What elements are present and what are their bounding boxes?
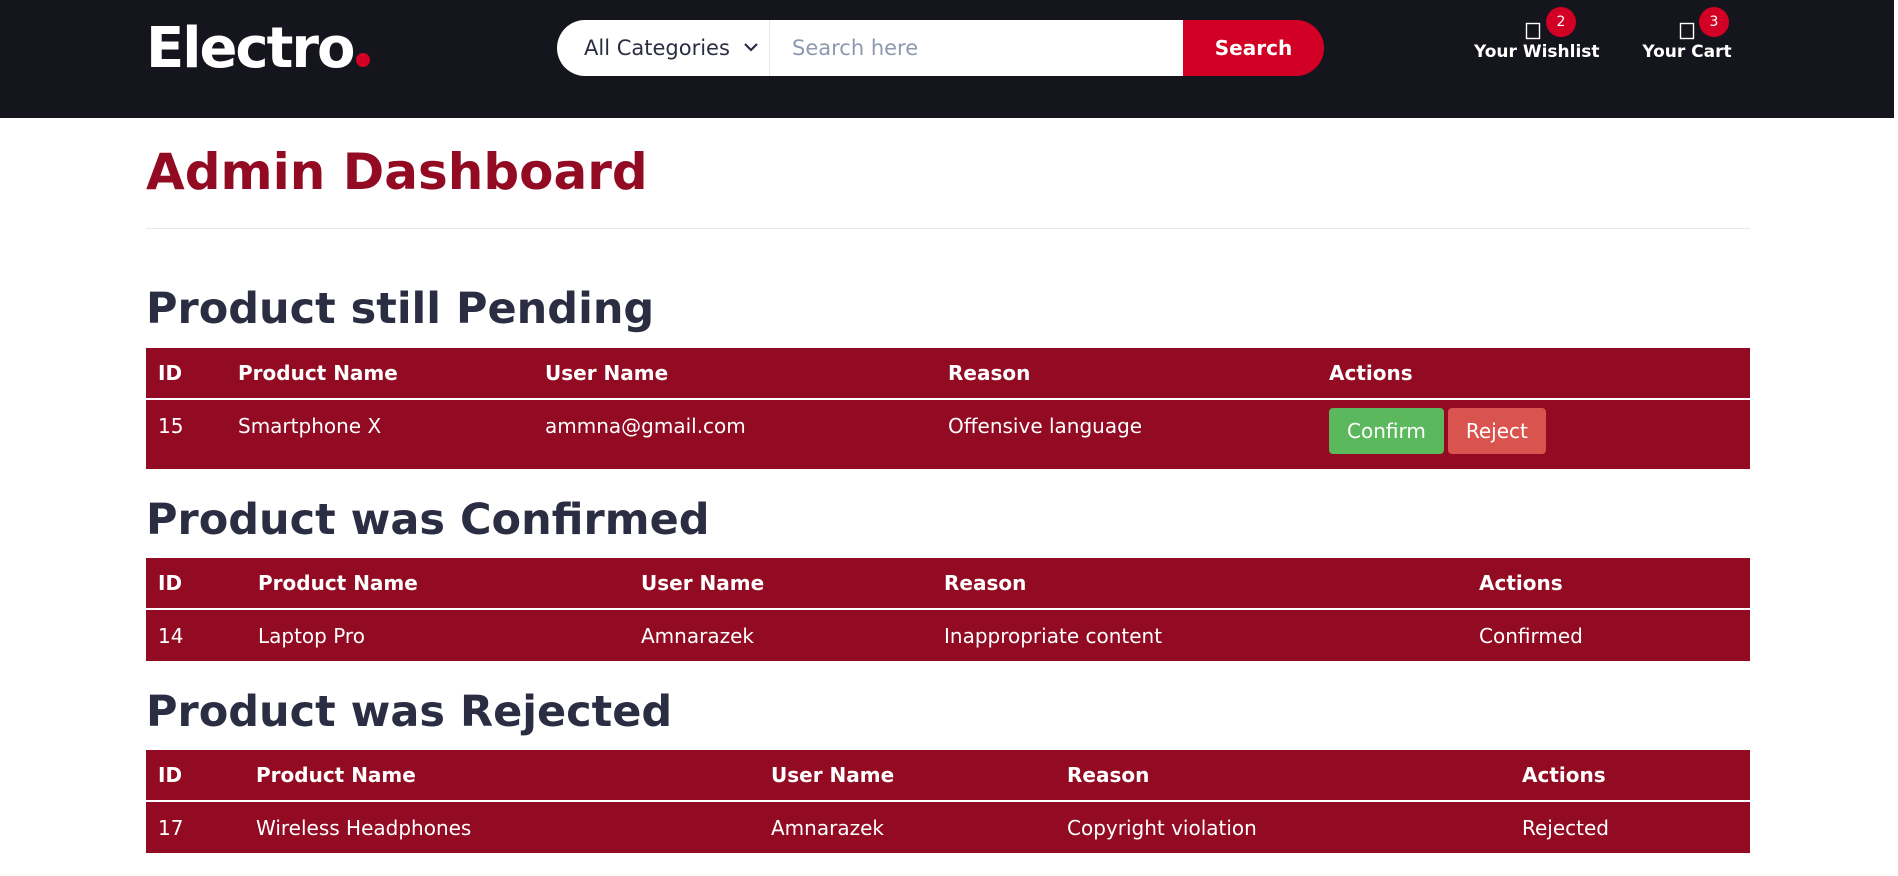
column-header-reason: Reason xyxy=(1055,750,1510,802)
category-select[interactable]: All Categories xyxy=(557,20,770,76)
column-header-actions: Actions xyxy=(1510,750,1750,802)
column-header-id: ID xyxy=(146,558,246,610)
column-header-product-name: Product Name xyxy=(244,750,759,802)
divider xyxy=(146,228,1750,229)
heart-icon xyxy=(1525,22,1541,40)
wishlist-label: Your Wishlist xyxy=(1474,42,1600,62)
cell-id: 17 xyxy=(158,815,184,840)
pending-table: ID Product Name User Name Reason Actions… xyxy=(146,348,1750,469)
confirmed-table: ID Product Name User Name Reason Actions… xyxy=(146,558,1750,661)
reject-button[interactable]: Reject xyxy=(1447,408,1546,454)
cell-user-name: ammna@gmail.com xyxy=(545,414,746,438)
column-header-user-name: User Name xyxy=(759,750,1055,802)
cell-product-name: Laptop Pro xyxy=(258,623,365,648)
confirmed-section-title: Product was Confirmed xyxy=(146,495,710,545)
column-header-actions: Actions xyxy=(1467,558,1750,610)
column-header-product-name: Product Name xyxy=(246,558,629,610)
column-header-user-name: User Name xyxy=(629,558,932,610)
column-header-reason: Reason xyxy=(936,348,1317,400)
table-row: 17 Wireless Headphones Amnarazek Copyrig… xyxy=(146,801,1750,853)
cell-product-name: Wireless Headphones xyxy=(256,815,472,840)
table-row: 15 Smartphone X ammna@gmail.com Offensiv… xyxy=(146,399,1750,469)
cell-user-name: Amnarazek xyxy=(771,815,884,840)
cart-count-badge: 3 xyxy=(1699,7,1729,37)
table-header-row: ID Product Name User Name Reason Actions xyxy=(146,750,1750,802)
cell-action-status: Confirmed xyxy=(1479,623,1583,648)
logo-text: Electro xyxy=(146,16,355,81)
confirm-button[interactable]: Confirm xyxy=(1329,408,1444,454)
cell-id: 14 xyxy=(158,623,184,648)
cell-actions: Confirm Reject xyxy=(1317,399,1750,469)
column-header-id: ID xyxy=(146,348,226,400)
cell-reason: Offensive language xyxy=(948,414,1143,438)
search-form: All Categories Search xyxy=(557,20,1324,76)
table-header-row: ID Product Name User Name Reason Actions xyxy=(146,558,1750,610)
category-select-value: All Categories xyxy=(584,36,730,60)
page-title: Admin Dashboard xyxy=(146,143,648,201)
search-input[interactable] xyxy=(770,20,1183,76)
cart-label: Your Cart xyxy=(1642,42,1732,62)
cell-user-name: Amnarazek xyxy=(641,623,754,648)
table-header-row: ID Product Name User Name Reason Actions xyxy=(146,348,1750,400)
shopping-cart-icon xyxy=(1679,22,1695,40)
table-row: 14 Laptop Pro Amnarazek Inappropriate co… xyxy=(146,609,1750,661)
column-header-user-name: User Name xyxy=(533,348,936,400)
site-header: Electro All Categories Search Your Wishl… xyxy=(0,0,1894,118)
cell-reason: Copyright violation xyxy=(1067,815,1257,840)
cell-action-status: Rejected xyxy=(1522,815,1610,840)
chevron-down-icon xyxy=(744,43,758,52)
rejected-section-title: Product was Rejected xyxy=(146,687,673,737)
rejected-table: ID Product Name User Name Reason Actions… xyxy=(146,750,1750,853)
logo-dot xyxy=(356,53,371,67)
logo[interactable]: Electro xyxy=(146,14,371,84)
column-header-id: ID xyxy=(146,750,244,802)
cell-id: 15 xyxy=(158,414,184,438)
column-header-reason: Reason xyxy=(932,558,1467,610)
column-header-actions: Actions xyxy=(1317,348,1750,400)
wishlist-link[interactable]: Your Wishlist 2 xyxy=(1474,7,1600,76)
cell-reason: Inappropriate content xyxy=(944,623,1163,648)
wishlist-count-badge: 2 xyxy=(1546,7,1576,37)
cart-link[interactable]: Your Cart 3 xyxy=(1642,7,1732,76)
search-button[interactable]: Search xyxy=(1183,20,1324,76)
column-header-product-name: Product Name xyxy=(226,348,533,400)
cell-product-name: Smartphone X xyxy=(238,414,382,438)
pending-section-title: Product still Pending xyxy=(146,284,655,334)
